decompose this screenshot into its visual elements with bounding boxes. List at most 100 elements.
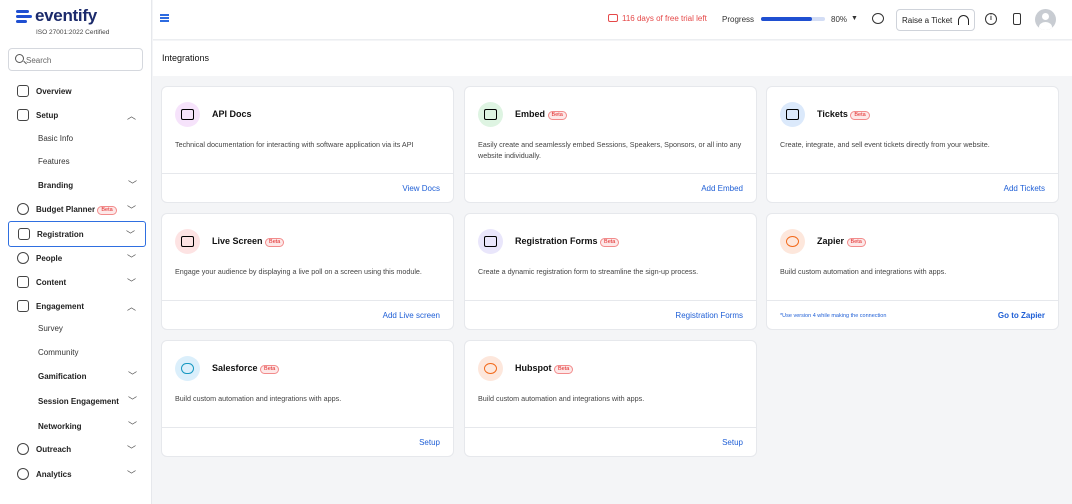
sidebar-item-registration[interactable]: Registration ﹀ [8,221,146,247]
sidebar-item-gamification[interactable]: Gamification [38,372,86,381]
registration-forms-link[interactable]: Registration Forms [675,311,743,320]
hubspot-setup-link[interactable]: Setup [722,438,743,447]
integration-card-api-docs: API Docs Technical documentation for int… [161,86,454,203]
sidebar-item-label: Budget Planner Beta [36,205,117,215]
lightning-icon [17,300,29,312]
chevron-down-icon[interactable]: ﹀ [128,419,137,432]
sidebar-item-label: Setup [36,111,59,120]
caret-down-icon[interactable]: ▼ [851,15,858,22]
brand-name: eventify [35,6,97,25]
sidebar-item-features[interactable]: Features [38,157,70,166]
cast-icon [175,229,200,254]
sidebar-item-basic-info[interactable]: Basic Info [38,134,73,143]
card-divider [162,300,453,301]
go-to-zapier-link[interactable]: Go to Zapier [998,311,1045,320]
integration-card-salesforce: Salesforce Beta Build custom automation … [161,340,454,457]
integration-card-hubspot: Hubspot Beta Build custom automation and… [464,340,757,457]
home-icon [17,85,29,97]
sidebar-item-branding[interactable]: Branding [38,181,73,190]
add-embed-link[interactable]: Add Embed [701,184,743,193]
integration-card-registration-forms: Registration Forms Beta Create a dynamic… [464,213,757,330]
chevron-up-icon: ︿ [126,111,136,121]
integration-card-tickets: Tickets Beta Create, integrate, and sell… [766,86,1059,203]
headset-icon [958,15,969,25]
ticket-icon [18,228,30,240]
chevron-down-icon[interactable]: ﹀ [128,178,137,191]
view-docs-link[interactable]: View Docs [402,184,440,193]
info-icon[interactable]: i [985,13,997,25]
ticket-icon [780,102,805,127]
raise-ticket-button[interactable]: Raise a Ticket [896,9,975,31]
search-box [8,48,143,71]
card-title: Registration Forms Beta [515,236,620,247]
sidebar-item-label: Content [36,278,67,287]
sidebar-item-overview[interactable]: Overview [8,81,146,102]
sidebar-item-session-engagement[interactable]: Session Engagement [38,397,119,406]
card-description: Create, integrate, and sell event ticket… [780,140,990,149]
mobile-icon[interactable] [1013,13,1021,25]
search-input[interactable] [26,52,136,68]
beta-badge: Beta [547,111,567,120]
chevron-down-icon: ﹀ [125,230,135,240]
chevron-down-icon: ﹀ [126,445,136,455]
card-divider [162,173,453,174]
card-divider [465,427,756,428]
pie-chart-icon [17,468,29,480]
chevron-down-icon[interactable]: ﹀ [128,369,137,382]
card-title: Salesforce Beta [212,363,280,374]
beta-badge: Beta [600,238,620,247]
card-description: Engage your audience by displaying a liv… [175,267,422,276]
card-description: Build custom automation and integrations… [780,267,947,276]
card-title: API Docs [212,109,252,119]
chevron-down-icon: ﹀ [126,278,136,288]
sidebar-item-budget-planner[interactable]: Budget Planner Beta ﹀ [8,199,146,220]
card-description: Build custom automation and integrations… [478,394,645,403]
zapier-icon [780,229,805,254]
chevron-down-icon[interactable]: ﹀ [128,394,137,407]
sidebar-item-engagement[interactable]: Engagement ︿ [8,296,146,317]
add-live-screen-link[interactable]: Add Live screen [383,311,440,320]
card-title: Hubspot Beta [515,363,574,374]
top-header: 116 days of free trial left Progress 80%… [153,0,1072,40]
trial-text: 116 days of free trial left [622,14,707,23]
progress-label: Progress [722,15,755,24]
sidebar-item-content[interactable]: Content ﹀ [8,272,146,293]
dollar-icon [17,203,29,215]
card-title: Zapier Beta [817,236,866,247]
salesforce-icon [175,356,200,381]
raise-ticket-label: Raise a Ticket [902,16,953,25]
salesforce-setup-link[interactable]: Setup [419,438,440,447]
sidebar-item-label: Registration [37,230,84,239]
beta-badge: Beta [260,365,280,374]
logo-mark-icon [16,10,32,24]
sidebar-item-label: People [36,254,63,263]
avatar[interactable] [1035,9,1056,30]
chevron-down-icon: ﹀ [126,470,136,480]
progress-bar [761,17,825,21]
card-description: Create a dynamic registration form to st… [478,267,699,276]
card-divider [767,300,1058,301]
sidebar-item-survey[interactable]: Survey [38,324,63,333]
card-divider [162,427,453,428]
embed-icon [478,102,503,127]
chat-icon[interactable] [872,13,884,24]
sidebar-item-community[interactable]: Community [38,348,78,357]
card-description: Easily create and seamlessly embed Sessi… [478,140,742,160]
sidebar-item-outreach[interactable]: Outreach ﹀ [8,439,146,460]
beta-badge: Beta [265,238,285,247]
card-divider [465,300,756,301]
zapier-version-note: *Use version 4 while making the connecti… [780,313,887,319]
sidebar-item-people[interactable]: People ﹀ [8,248,146,269]
sidebar-item-label: Analytics [36,470,72,479]
sidebar-item-networking[interactable]: Networking [38,422,82,431]
sidebar-item-analytics[interactable]: Analytics ﹀ [8,464,146,485]
sidebar-item-setup[interactable]: Setup ︿ [8,105,146,126]
form-icon [478,229,503,254]
hamburger-menu-icon[interactable] [160,14,169,22]
page-title: Integrations [162,53,210,63]
add-tickets-link[interactable]: Add Tickets [1004,184,1045,193]
sidebar-item-label: Engagement [36,302,85,311]
integration-card-embed: Embed Beta Easily create and seamlessly … [464,86,757,203]
chevron-up-icon: ︿ [126,302,136,312]
integration-card-zapier: Zapier Beta Build custom automation and … [766,213,1059,330]
